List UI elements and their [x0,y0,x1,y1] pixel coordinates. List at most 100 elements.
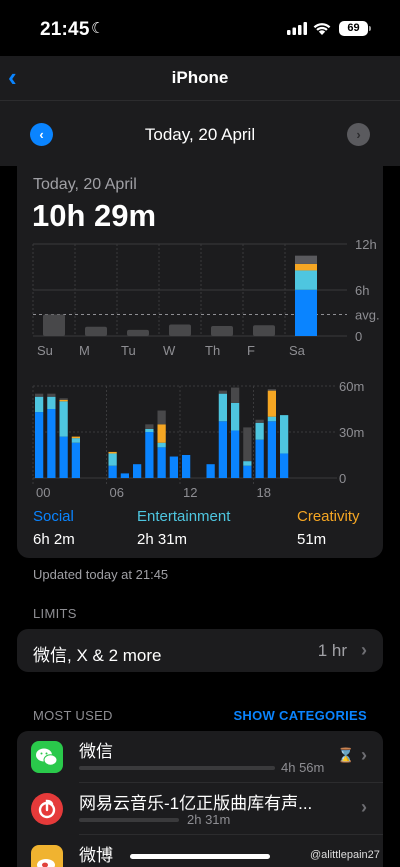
hour-bar-entertainment [47,396,56,409]
signal-icon [287,22,307,35]
y-tick-label: 30m [339,425,364,440]
hour-bar-other [59,398,68,400]
chevron-right-icon: › [361,745,367,765]
limits-row-value: 1 hr [317,641,347,660]
date-label: Today, 20 April [144,125,256,144]
list-item[interactable]: 网易云音乐-1亿正版曲库有声... 2h 31m › [17,783,383,835]
hour-bar-social [71,442,80,478]
hour-bar-entertainment [255,422,264,440]
wifi-icon [313,23,331,35]
weibo-icon [31,845,63,867]
app-name: 微博 [79,846,113,865]
battery-tip [369,26,371,31]
hour-bar-social [243,465,252,478]
page-title: iPhone [171,68,229,87]
hour-bar-other [243,427,252,462]
hour-bar-creativity [267,390,276,417]
hour-bar-entertainment [243,461,252,466]
category-entertainment: Entertainment 2h 31m [137,508,230,548]
home-indicator[interactable] [130,854,270,859]
hour-bar-social [108,465,117,478]
category-entertainment-value: 2h 31m [137,531,188,548]
hour-bar-creativity [157,424,166,443]
hourglass-icon: ⌛ [337,747,355,763]
hour-bar-other [267,389,276,391]
hour-bar-other [218,390,227,394]
hour-bar-entertainment [59,401,68,437]
usage-bar [79,766,275,770]
hour-bar-other [47,393,56,397]
hour-bar-creativity [59,399,68,402]
hourly-usage-chart[interactable]: 60m30m000 06 12 18 [17,166,383,506]
most-used-section-label: MOST USED [33,708,113,723]
hour-label: 00 [36,485,50,500]
hour-bar-entertainment [280,415,289,454]
hour-bar-other [35,393,44,397]
hour-bar-social [59,436,68,478]
hour-bar-social [120,473,129,478]
hour-bar-creativity [108,451,117,454]
category-social: Social 6h 2m [33,508,75,548]
hour-bar-creativity [71,436,80,439]
hour-bar-other [157,410,166,425]
hour-bar-entertainment [231,402,240,431]
hour-bar-social [231,430,240,478]
category-creativity-name: Creativity [297,508,360,525]
limits-row-text: 微信, X & 2 more [33,646,162,665]
y-tick-label: 60m [339,379,364,394]
battery-icon: 69 [339,21,368,36]
hour-bar-social [206,464,215,478]
y-tick-label: 0 [339,471,346,486]
hour-bar-social [157,447,166,478]
show-categories-button[interactable]: SHOW CATEGORIES [233,708,367,723]
hour-bar-entertainment [71,438,80,443]
most-used-list: 微信 4h 56m ⌛ › 网易云音乐-1亿正版曲库有声... 2h 31m ›… [17,731,383,867]
hour-label: 12 [183,485,197,500]
hour-bar-social [182,455,191,478]
hour-bar-social [35,412,44,478]
app-time: 2h 31m [187,812,231,827]
chevron-right-icon: › [361,640,367,660]
navigation-bar: ‹ iPhone [0,56,400,100]
watermark: @alittlepain27 [310,849,380,861]
hour-bar-social [145,432,154,478]
usage-bar [79,818,179,822]
date-selector: ‹ Today, 20 April › [0,100,400,166]
category-social-name: Social [33,508,74,525]
category-creativity: Creativity 51m [297,508,360,548]
hour-bar-other [145,424,154,429]
app-name: 微信 [79,742,113,761]
category-creativity-value: 51m [297,531,327,548]
hour-bar-entertainment [267,416,276,422]
hour-bar-social [169,456,178,478]
hour-bar-social [280,453,289,478]
limits-row[interactable]: 微信, X & 2 more 1 hr › [17,629,383,672]
app-time: 4h 56m [281,760,325,775]
category-social-value: 6h 2m [33,531,75,548]
category-entertainment-name: Entertainment [137,508,231,525]
app-name: 网易云音乐-1亿正版曲库有声... [79,794,313,813]
hour-bar-entertainment [145,428,154,432]
hour-bar-other [231,387,240,403]
status-bar: 21:45 ☾ 69 [0,0,400,56]
hour-bar-social [218,421,227,478]
hour-bar-social [255,439,264,478]
hour-bar-entertainment [35,396,44,413]
moon-icon: ☾ [91,20,105,37]
list-item[interactable]: 微信 4h 56m ⌛ › [17,731,383,783]
hour-bar-social [133,464,142,478]
hour-bar-other [255,419,264,423]
hour-bar-social [267,421,276,478]
screen-time-summary-card: Today, 20 April 10h 29m 12h 6h 0 avg. Su M Tu W… [17,166,383,558]
next-day-button[interactable]: › [347,123,370,146]
limits-section-label: LIMITS [33,606,77,621]
status-time: 21:45 [40,19,90,40]
netease-music-icon [31,793,63,825]
hour-bar-entertainment [108,453,117,466]
wechat-icon [31,741,63,773]
hour-label: 06 [110,485,124,500]
updated-timestamp: Updated today at 21:45 [33,567,169,582]
hour-bar-social [47,409,56,478]
hour-bar-entertainment [157,442,166,448]
hour-label: 18 [257,485,271,500]
